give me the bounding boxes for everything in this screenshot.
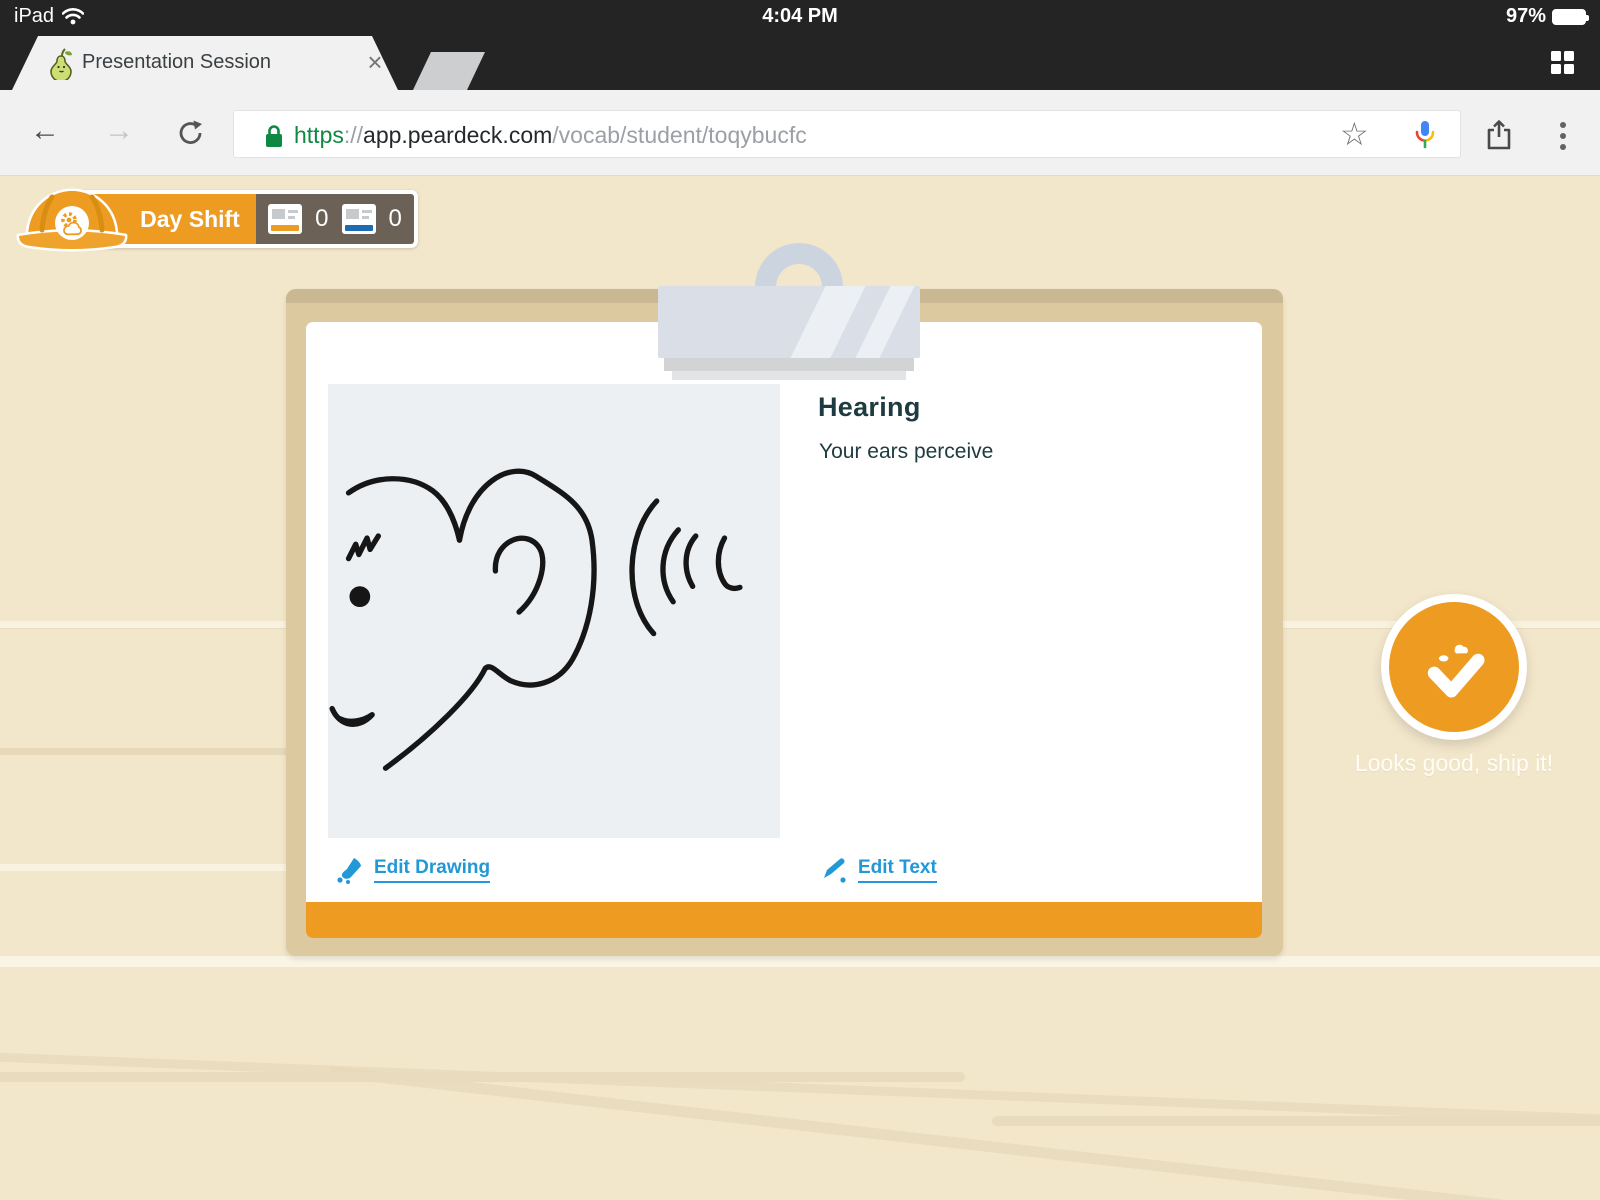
shift-label: Day Shift (140, 205, 240, 232)
url-separator: :// (343, 122, 364, 148)
hard-hat-icon (16, 188, 128, 252)
ship-it-button-face[interactable] (1389, 602, 1519, 732)
url-bar[interactable]: https://app.peardeck.com/vocab/student/t… (233, 110, 1461, 158)
clipboard-clip (658, 286, 920, 358)
edit-drawing-label[interactable]: Edit Drawing (374, 857, 491, 883)
orange-slide-icon (268, 204, 303, 234)
url-text: https://app.peardeck.com/vocab/student/t… (294, 122, 807, 149)
wood-plank-line (0, 748, 300, 755)
battery-icon (1552, 8, 1589, 25)
overflow-menu-icon[interactable] (1560, 122, 1566, 150)
secure-lock-icon (266, 125, 282, 147)
url-path: /vocab/student/toqybucfc (552, 122, 807, 148)
clock: 4:04 PM (762, 5, 838, 27)
wood-plank-line (0, 864, 300, 871)
ship-it-label: Looks good, ship it! (1354, 750, 1554, 776)
url-scheme: https (294, 122, 344, 148)
card-accent-bar (306, 902, 1262, 938)
share-icon[interactable] (1484, 119, 1514, 151)
bookmark-star-icon[interactable]: ☆ (1340, 115, 1369, 153)
slide-counters: 0 0 (256, 194, 414, 244)
edit-drawing-button[interactable]: Edit Drawing (336, 856, 491, 884)
wood-grain-line (329, 1066, 1600, 1200)
check-cloud-icon (1427, 644, 1485, 698)
clip-shadow (664, 358, 914, 371)
status-right: 97% (1505, 5, 1589, 28)
vocab-term-description: Your ears perceive (819, 440, 994, 463)
wood-grain-line (992, 1116, 1600, 1126)
voice-search-icon[interactable] (1412, 119, 1438, 153)
vocab-term-title: Hearing (818, 392, 921, 422)
reload-button[interactable] (176, 118, 206, 148)
clip-shadow (672, 371, 906, 380)
back-button[interactable]: ← (30, 116, 60, 146)
pencil-icon (824, 858, 846, 883)
browser-tab[interactable]: Presentation Session × (12, 36, 398, 90)
tab-switcher-icon[interactable] (1551, 51, 1575, 75)
ear-sketch (329, 468, 743, 771)
ship-it-button[interactable] (1381, 594, 1527, 740)
wood-grain-line (0, 1072, 965, 1082)
drawing-canvas (328, 384, 780, 838)
peardeck-favicon (50, 48, 72, 80)
blue-slide-icon (341, 204, 376, 234)
battery-percent: 97% (1505, 5, 1546, 27)
edit-text-label[interactable]: Edit Text (858, 857, 937, 883)
orange-slide-count: 0 (315, 205, 329, 232)
forward-button[interactable]: → (104, 116, 134, 146)
tab-title: Presentation Session (82, 51, 272, 73)
url-host: app.peardeck.com (363, 122, 553, 148)
blue-slide-count: 0 (388, 205, 402, 232)
edit-text-button[interactable]: Edit Text (820, 856, 937, 884)
paintbrush-icon (337, 858, 361, 884)
wood-plank-line (0, 956, 1600, 967)
